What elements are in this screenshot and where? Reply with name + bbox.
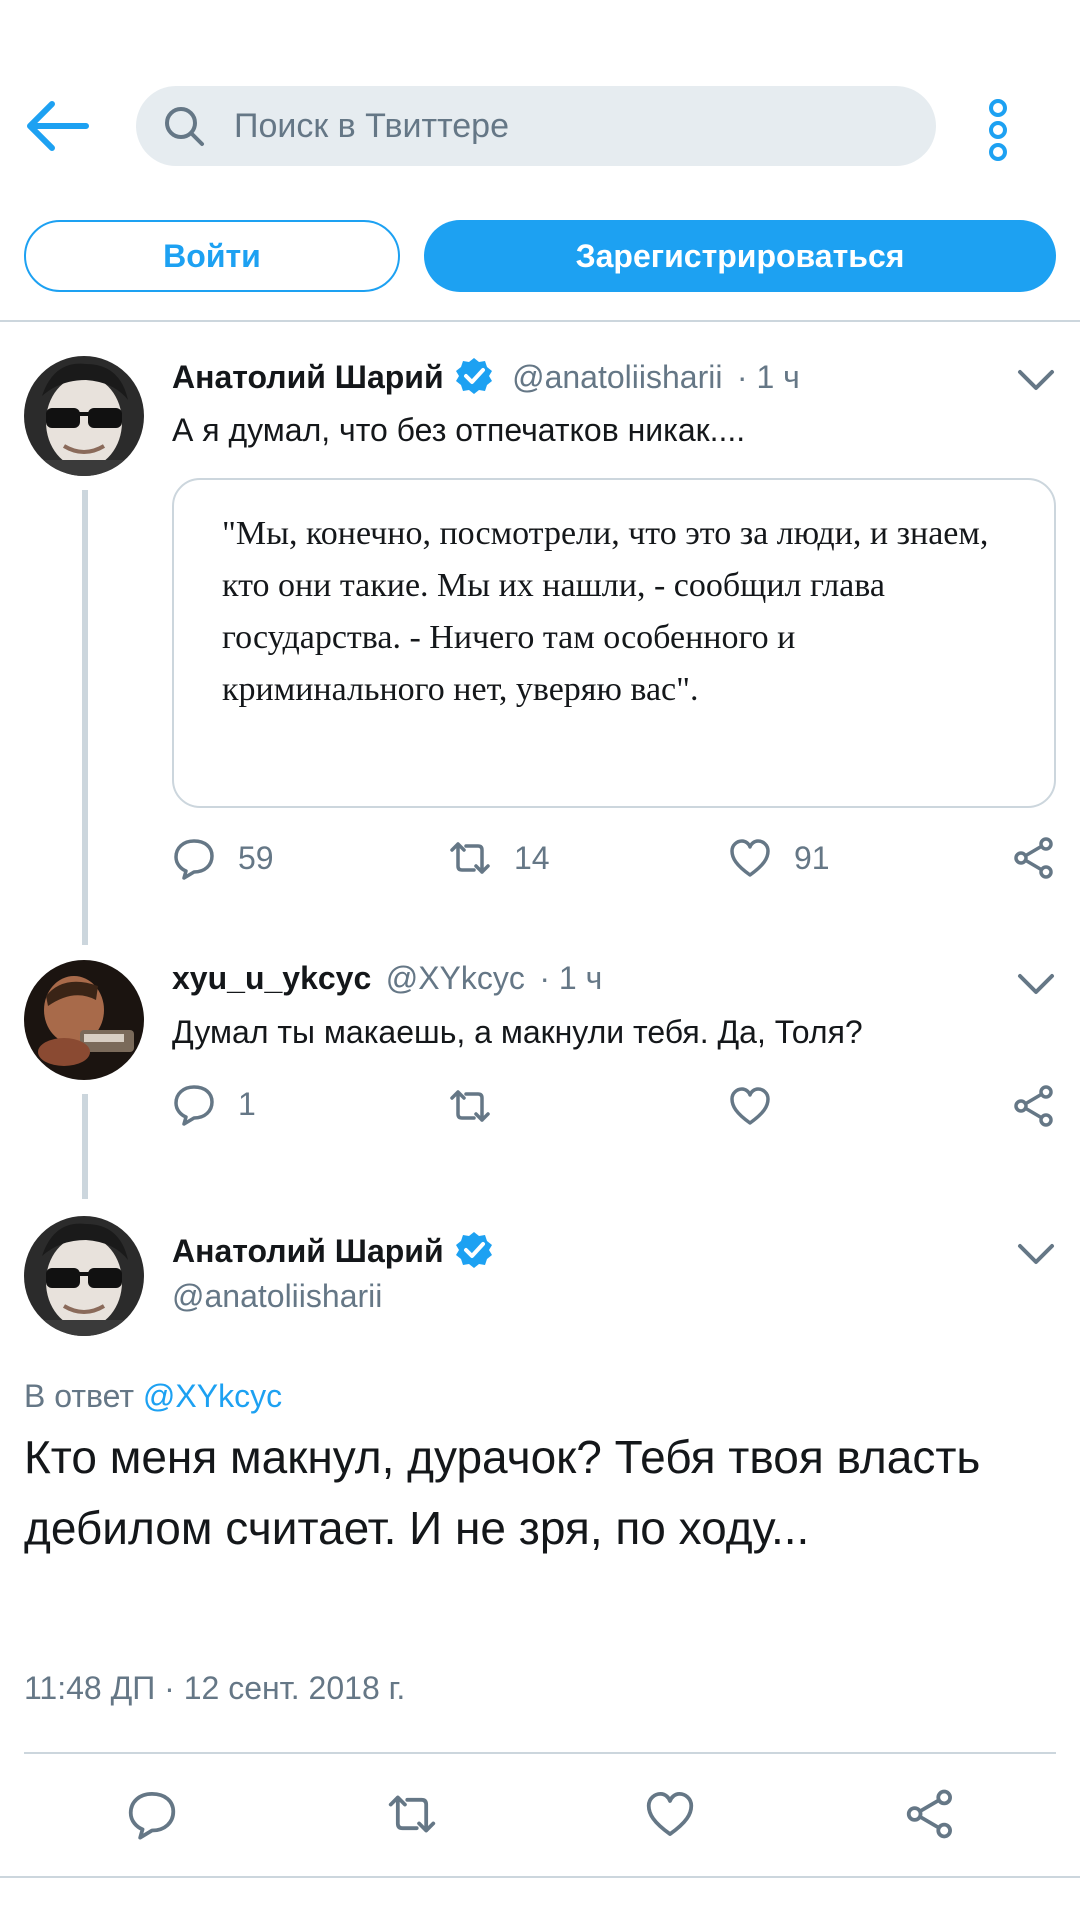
chevron-down-icon [1018,974,1054,994]
thread-line [82,1094,88,1199]
bottom-divider [0,1876,1080,1878]
more-vertical-icon [989,99,1007,161]
retweet-button[interactable] [448,1084,492,1128]
like-icon [730,1087,770,1125]
reply-prefix: В ответ [24,1378,135,1414]
reply-icon [174,1085,214,1126]
more-options-button[interactable] [978,98,1018,162]
reply-context: В ответ @XYkcyc [24,1378,282,1415]
search-placeholder: Поиск в Твиттере [234,107,509,145]
tweet-text: А я думал, что без отпечатков никак.... [172,412,746,448]
username[interactable]: @XYkcyc [386,960,525,996]
thread-line [82,490,88,945]
share-icon [1014,837,1053,879]
username[interactable]: @anatoliisharii [512,359,722,395]
back-arrow-icon [27,101,89,151]
reply-button[interactable]: 1 [172,1082,256,1126]
like-icon [646,1792,694,1836]
search-input[interactable]: Поиск в Твиттере [136,86,936,166]
verified-icon [455,1232,492,1268]
retweet-button[interactable]: 14 [448,836,550,880]
avatar-image [24,960,144,1080]
avatar[interactable] [24,356,144,476]
avatar[interactable] [24,960,144,1080]
tweet-menu-button[interactable] [1016,1240,1056,1273]
avatar-image [24,356,144,476]
tweet-time: · 1 ч [539,960,603,996]
retweet-count: 14 [514,839,550,876]
reply-icon [128,1792,176,1840]
tweet-time: · 1 ч [736,359,800,395]
divider [24,1752,1056,1754]
quote-text: "Мы, конечно, посмотрели, что это за люд… [222,515,989,708]
username[interactable]: @anatoliisharii [172,1278,382,1315]
retweet-icon [388,1795,436,1833]
back-button[interactable] [22,96,94,156]
share-button[interactable] [1012,836,1056,880]
like-button[interactable] [644,1788,696,1845]
reply-icon [174,839,214,880]
verified-icon [455,358,492,394]
avatar[interactable] [24,1216,144,1336]
display-name[interactable]: Анатолий Шарий [172,359,444,395]
like-count: 91 [794,839,830,876]
tweet-menu-button[interactable] [1016,366,1056,399]
chevron-down-icon [1018,370,1054,390]
display-name[interactable]: xyu_u_ykcyc [172,960,371,996]
search-icon [165,107,204,146]
avatar-image [24,1216,144,1336]
share-button[interactable] [1012,1084,1056,1128]
tweet-text: Думал ты макаешь, а макнули тебя. Да, То… [172,1014,863,1050]
display-name[interactable]: Анатолий Шарий [172,1233,444,1269]
reply-handle-link[interactable]: @XYkcyc [143,1378,282,1414]
tweet-timestamp[interactable]: 11:48 ДП · 12 сент. 2018 г. [24,1670,405,1707]
tweet-header: Анатолий Шарий [172,1230,494,1270]
like-button[interactable] [728,1084,772,1128]
reply-count: 59 [238,839,274,876]
quoted-image[interactable]: "Мы, конечно, посмотрели, что это за люд… [172,478,1056,808]
signup-button[interactable]: Зарегистрироваться [424,220,1056,292]
retweet-icon [450,842,490,874]
share-icon [1014,1085,1053,1127]
tweet-header: xyu_u_ykcyc @XYkcyc · 1 ч [172,960,972,997]
chevron-down-icon [1018,1244,1054,1264]
main-tweet-text: Кто меня макнул, дурачок? Тебя твоя влас… [24,1431,981,1554]
retweet-icon [450,1090,490,1122]
reply-button[interactable] [126,1788,178,1845]
login-button[interactable]: Войти [24,220,400,292]
header-divider [0,320,1080,322]
like-button[interactable]: 91 [728,836,830,880]
share-button[interactable] [904,1788,956,1845]
retweet-button[interactable] [386,1788,438,1845]
reply-count: 1 [238,1085,256,1122]
tweet-menu-button[interactable] [1016,970,1056,1003]
reply-button[interactable]: 59 [172,836,274,880]
share-icon [906,1789,952,1839]
tweet-header: Анатолий Шарий @anatoliisharii · 1 ч [172,356,972,396]
like-icon [730,839,770,877]
